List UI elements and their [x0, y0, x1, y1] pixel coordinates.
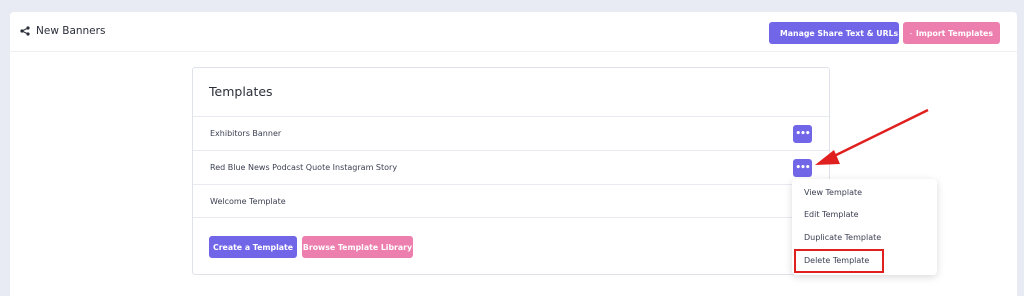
- template-name: Red Blue News Podcast Quote Instagram St…: [210, 163, 398, 172]
- menu-item-duplicate[interactable]: Duplicate Template: [804, 233, 881, 242]
- import-templates-label: Import Templates: [915, 28, 993, 38]
- cloud-upload-icon: [910, 32, 912, 34]
- page-header: New Banners Manage Share Text & URLs Imp…: [10, 12, 1017, 52]
- page-title: New Banners: [20, 25, 105, 37]
- templates-card: Templates Exhibitors Banner ••• Red Blue…: [192, 67, 830, 275]
- template-name: Welcome Template: [210, 196, 286, 206]
- delete-highlight-box: [794, 249, 884, 273]
- menu-item-view[interactable]: View Template: [804, 188, 862, 197]
- manage-share-label: Manage Share Text & URLs: [780, 28, 899, 38]
- template-row: Red Blue News Podcast Quote Instagram St…: [193, 150, 829, 184]
- create-template-button[interactable]: Create a Template: [209, 236, 297, 258]
- page-title-text: New Banners: [36, 25, 106, 37]
- browse-library-button[interactable]: Browse Template Library: [302, 236, 413, 258]
- template-actions-button[interactable]: •••: [793, 159, 812, 177]
- share-icon: [20, 26, 30, 36]
- import-templates-button[interactable]: Import Templates: [903, 22, 1000, 44]
- template-name: Exhibitors Banner: [210, 129, 282, 138]
- manage-share-button[interactable]: Manage Share Text & URLs: [769, 22, 899, 44]
- menu-item-edit[interactable]: Edit Template: [804, 210, 859, 219]
- templates-heading: Templates: [209, 84, 273, 99]
- template-row: Exhibitors Banner •••: [193, 116, 829, 150]
- template-row: Welcome Template •••: [193, 184, 829, 218]
- template-actions-button[interactable]: •••: [793, 125, 812, 143]
